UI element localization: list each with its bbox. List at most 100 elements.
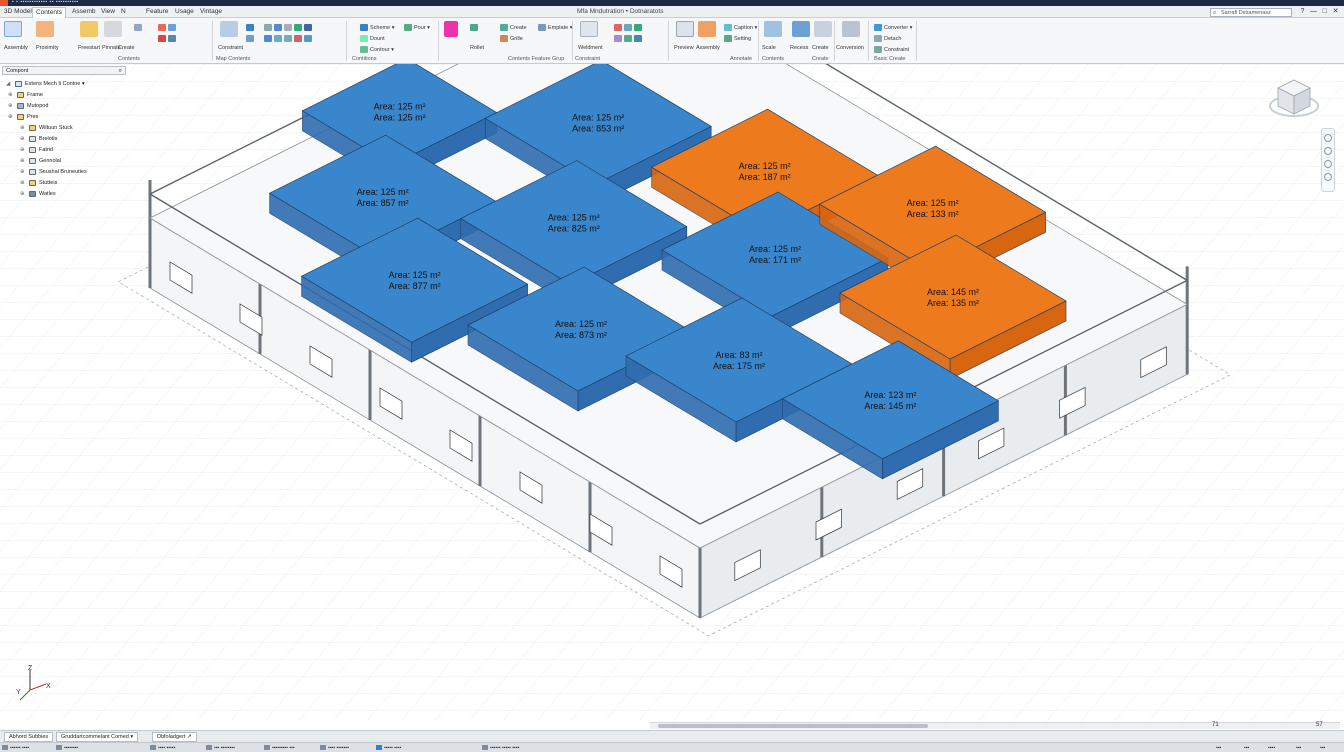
expand-icon[interactable]: ⊕ [20,156,26,166]
expand-icon[interactable]: ⊕ [20,134,26,144]
ribbon-btn-shapes[interactable] [158,24,178,32]
preview-big-button[interactable] [676,21,694,37]
tree-item[interactable]: ⊕ Wiltuun Stuck [20,123,73,133]
constraint-big-button[interactable] [220,21,238,37]
tree-item[interactable]: ⊕ Pres [8,112,38,122]
ribbon-btn-pour[interactable]: Pour ▾ [404,24,430,32]
ribbon-btn-contents6[interactable]: Caption ▾ [724,24,757,32]
weldment-big-button[interactable] [580,21,598,37]
tree-item[interactable]: ⊕ Brelotis [20,134,57,144]
menu-item-assemb[interactable]: Assemb [72,8,95,15]
proximity-big-button[interactable] [36,21,54,37]
expand-icon[interactable]: ⊕ [8,112,14,122]
status-item[interactable]: ▪▪▪▪ ▪▪▪▪▪▪▪ [320,745,349,751]
tree-item[interactable]: ⊕ Gennolal [20,156,61,166]
scrollbar-thumb[interactable] [658,724,928,728]
tree-item[interactable]: ⊕ Watles [20,189,56,199]
assembly-big-button[interactable] [4,21,22,37]
pinnate-big-button[interactable] [104,21,122,37]
ribbon-btn-grille[interactable]: Grille [500,35,523,43]
expand-icon[interactable]: ⊕ [8,90,14,100]
zoom-icon[interactable] [1324,160,1332,168]
status-item[interactable]: ▪▪▪ [1320,745,1325,751]
expand-icon[interactable]: ⊕ [20,123,26,133]
3d-viewport[interactable]: Area: 125 m² Area: 125 m² Area: 125 m² Area… [0,64,1344,722]
expand-icon[interactable]: ⊕ [8,101,14,111]
help-search-input[interactable]: ⌕ Sarrafi Desamenasz [1210,8,1292,17]
scale-big-button[interactable] [764,21,782,37]
collapse-icon[interactable]: ◢ [6,79,12,89]
ribbon-btn-recess[interactable]: Recess [790,44,808,52]
expand-icon[interactable]: ⊕ [20,167,26,177]
tree-item[interactable]: ⊕ Seushal Bruneuties [20,167,87,177]
minimize-button[interactable]: — [1309,7,1318,16]
ribbon-btn-constraint9[interactable]: Constraint [874,46,909,54]
create5-big-button[interactable] [814,21,832,37]
status-item[interactable]: ▪▪▪▪ ▪▪▪▪▪ [150,745,175,751]
ribbon-btn-assembly[interactable]: Assembly [4,44,28,52]
model-canvas[interactable]: Area: 125 m²Area: 125 m²Area: 125 m²Area… [0,64,1344,722]
pan-icon[interactable] [1324,147,1332,155]
steering-wheel-icon[interactable] [1324,134,1332,142]
maximize-button[interactable]: □ [1320,7,1329,16]
ribbon-btn-preview[interactable]: Preview [674,44,694,52]
ribbon-btn-tools[interactable] [264,24,314,32]
ribbon-btn-cube[interactable] [246,35,256,43]
tree-item[interactable]: ⊕ Stutteis [20,178,57,188]
menu-item-n[interactable]: N [121,8,126,15]
ribbon-btn-weldment[interactable]: Weldment [578,44,603,52]
status-item[interactable]: ▪▪▪▪▪▪ ▪▪▪▪ [2,745,29,751]
expand-icon[interactable]: ⊕ [20,189,26,199]
doc-tab[interactable]: Dbfoladgert ↗ [152,732,197,742]
ribbon-btn-part2[interactable] [614,35,644,43]
expand-icon[interactable]: ⊕ [20,178,26,188]
ribbon-btn-scheme[interactable]: Scheme ▾ [360,24,394,32]
ribbon-btn-detach[interactable]: Detach [874,35,901,43]
expand-icon[interactable]: ⊕ [20,145,26,155]
ribbon-btn-constraint[interactable]: Constraint [218,44,243,52]
ribbon-btn-assembly2[interactable]: Assembly [696,44,720,52]
horizontal-scrollbar[interactable] [650,722,1340,729]
ribbon-btn-scale[interactable]: Scale [762,44,776,52]
assembly2-big-button[interactable] [698,21,716,37]
inspect-big-button[interactable] [444,21,458,37]
status-item[interactable]: ▪▪▪▪ [1268,745,1275,751]
menu-item-vintage[interactable]: Vintage [200,8,222,15]
close-button[interactable]: ✕ [1331,7,1340,16]
ribbon-btn-conversion[interactable]: Conversion [836,44,864,52]
status-item[interactable]: ▪▪▪ [1296,745,1301,751]
browser-search-field[interactable]: Compont ⌕ [2,66,126,75]
doc-tab[interactable]: Gruddartcommelant Comed ▾ [56,732,139,742]
ribbon-btn-proximity[interactable]: Proximity [36,44,59,52]
tree-root[interactable]: ◢ Extens Mech Ii Contne ▾ [6,79,85,89]
freestart-big-button[interactable] [80,21,98,37]
orbit-icon[interactable] [1324,173,1332,181]
ribbon-btn-nav[interactable] [246,24,256,32]
ribbon-btn-create5[interactable]: Create [812,44,829,52]
conversion-big-button[interactable] [842,21,860,37]
ribbon-btn-create[interactable]: Create [118,44,135,52]
status-item[interactable]: ▪▪▪▪▪▪▪▪ [56,745,78,751]
menu-item-3d-model[interactable]: 3D Model [4,8,32,15]
tree-item[interactable]: ⊕ Frame [8,90,43,100]
help-button[interactable]: ? [1298,7,1307,16]
ribbon-btn-setting[interactable]: Setting [724,35,751,43]
ribbon-btn-part[interactable] [614,24,644,32]
status-item[interactable]: ▪▪▪▪▪▪▪▪▪ ▪▪▪ [264,745,295,751]
ribbon-btn-contour[interactable]: Contour ▾ [360,46,394,54]
menu-item-feature[interactable]: Feature [146,8,168,15]
ribbon-btn-pencil[interactable] [134,24,144,32]
status-item[interactable]: ▪▪▪ ▪▪▪▪▪▪▪▪ [206,745,235,751]
ribbon-btn-emplate[interactable]: Emplate ▾ [538,24,572,32]
ribbon-btn-dount[interactable]: Dount [360,35,385,43]
viewcube[interactable] [1268,74,1320,122]
ribbon-btn-rollet[interactable]: Rollet [470,44,484,52]
ribbon-btn-freestart[interactable]: Freestart [78,44,100,52]
status-item[interactable]: ▪▪▪▪▪ ▪▪▪▪ [376,745,401,751]
tree-item[interactable]: ⊕ Fatrid [20,145,53,155]
menu-item-view[interactable]: View [101,8,115,15]
ribbon-btn-tools2[interactable] [264,35,314,43]
ribbon-btn-converter[interactable]: Converter ▾ [874,24,912,32]
menu-item-contents[interactable]: Contents [32,7,67,18]
ribbon-btn-create4[interactable] [470,24,480,32]
